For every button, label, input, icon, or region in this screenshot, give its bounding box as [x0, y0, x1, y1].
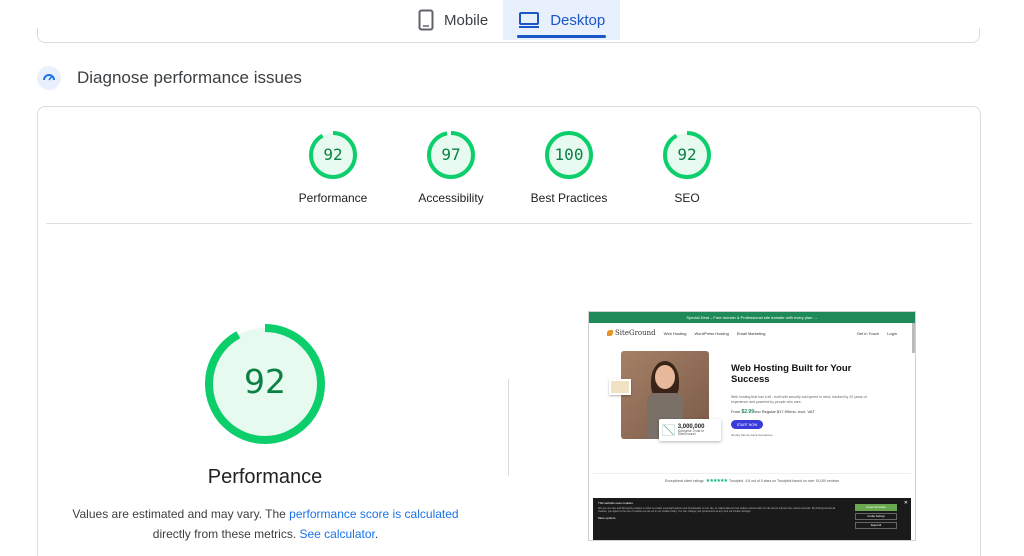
- hero-price: From $2.99/mo Regular $17.99/mo. excl. V…: [731, 409, 815, 415]
- logo-text: SiteGround: [615, 329, 656, 337]
- main-performance-gauge: 92: [205, 324, 325, 444]
- site-nav: SiteGround Web Hosting WordPress Hosting…: [589, 323, 915, 343]
- stat-text: Domains Trust in SiteGround: [677, 428, 705, 436]
- divider: [46, 223, 972, 224]
- gauge-score: 92: [323, 145, 343, 164]
- tab-desktop-label: Desktop: [550, 11, 606, 29]
- tab-mobile-label: Mobile: [444, 11, 489, 29]
- cookie-settings-button: Cookie Settings: [855, 513, 897, 520]
- nav-item: Web Hosting: [663, 330, 687, 336]
- gauge-label: Best Practices: [530, 191, 608, 205]
- accept-cookies-button: Accept all cookies: [855, 504, 897, 511]
- gauge-label: Performance: [298, 191, 368, 205]
- device-tabs: Mobile Desktop: [403, 0, 621, 40]
- estimate-note: Values are estimated and may vary. The p…: [58, 504, 473, 544]
- gauge-performance[interactable]: 92 Performance: [273, 131, 393, 205]
- reject-all-button: Reject All: [855, 522, 897, 529]
- gauge-accessibility[interactable]: 97 Accessibility: [391, 131, 511, 205]
- stat-card: 3,000,000 Domains Trust in SiteGround: [659, 419, 721, 441]
- section-title: Diagnose performance issues: [77, 68, 302, 87]
- note-prefix: Values are estimated and may vary. The: [72, 507, 290, 521]
- vertical-divider: [508, 379, 509, 476]
- report-card: 92 Performance 97 Accessibility 100 Best…: [37, 106, 981, 556]
- gauge-seo[interactable]: 92 SEO: [627, 131, 747, 205]
- nav-right-item: Get in Touch: [856, 330, 880, 336]
- tab-desktop[interactable]: Desktop: [503, 0, 621, 40]
- cookie-banner: This website uses cookies We use our own…: [593, 498, 911, 540]
- gauge-label: SEO: [674, 191, 700, 205]
- gauge-score: 92: [677, 145, 697, 164]
- nav-item: WordPress Hosting: [694, 330, 729, 336]
- note-suffix: .: [374, 527, 379, 541]
- main-gauge-title: Performance: [207, 466, 323, 488]
- see-calculator-link[interactable]: See calculator: [299, 527, 374, 541]
- page-screenshot[interactable]: Special Deal – Free domain & Professiona…: [588, 311, 916, 541]
- gauge-label: Accessibility: [418, 191, 484, 205]
- promo-bar: Special Deal – Free domain & Professiona…: [589, 312, 915, 323]
- desktop-monitor-icon: [518, 11, 540, 29]
- start-now-button: START NOW: [731, 420, 763, 429]
- category-gauges: 92 Performance 97 Accessibility 100 Best…: [38, 131, 980, 221]
- diagnose-gauge-icon: [37, 66, 61, 90]
- hero-frame-image: [609, 379, 631, 395]
- gauge-best-practices[interactable]: 100 Best Practices: [509, 131, 629, 205]
- hero-subtext: Web hosting that has it all - built with…: [731, 395, 867, 404]
- leaf-icon: [607, 330, 613, 336]
- cookie-text: We use our own and third-party cookies i…: [598, 507, 836, 514]
- tab-mobile[interactable]: Mobile: [403, 0, 503, 40]
- mobile-phone-icon: [418, 9, 434, 31]
- gauge-score: 100: [554, 145, 584, 164]
- hero-headline: Web Hosting Built for Your Success: [731, 363, 852, 385]
- star-rating-icon: ★ ★★★★★: [705, 477, 728, 484]
- score-calculated-link[interactable]: performance score is calculated: [289, 507, 458, 521]
- gauge-score: 97: [441, 145, 461, 164]
- hero: 3,000,000 Domains Trust in SiteGround We…: [589, 343, 915, 473]
- note-middle: directly from these metrics.: [152, 527, 300, 541]
- chart-icon: [662, 424, 675, 436]
- site-logo: SiteGround: [607, 329, 656, 337]
- close-icon: ✕: [903, 500, 908, 506]
- guarantee-text: 30-day Money-back Guarantee: [731, 433, 773, 437]
- nav-right-item: Login: [887, 330, 897, 336]
- diagnose-header: Diagnose performance issues: [37, 66, 302, 90]
- trust-bar: Exceptional client ratings ★ ★★★★★ Trust…: [593, 473, 911, 487]
- main-gauge-score: 92: [244, 362, 286, 401]
- nav-item: Email Marketing: [736, 330, 766, 336]
